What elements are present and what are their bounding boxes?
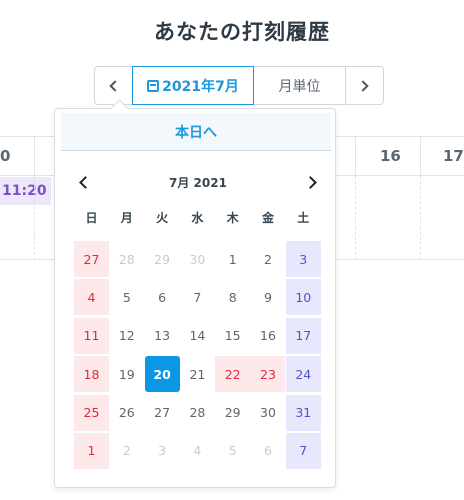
calendar-day[interactable]: 5 [109, 279, 144, 315]
chevron-right-icon [357, 79, 369, 92]
calendar-day[interactable]: 7 [180, 279, 215, 315]
calendar-day[interactable]: 18 [74, 356, 109, 393]
calendar-week: 11 12 13 14 15 16 17 [74, 317, 322, 356]
calendar-day[interactable]: 26 [109, 395, 144, 431]
chevron-right-icon [304, 175, 317, 189]
calendar-day[interactable]: 12 [109, 318, 144, 354]
calendar-day-holiday[interactable]: 22 [215, 356, 251, 393]
hour-label: 17 [443, 147, 464, 165]
calendar-day[interactable]: 9 [250, 279, 285, 315]
calendar-day[interactable]: 1 [74, 432, 109, 469]
month-toolbar: 2021年7月 月単位 [94, 66, 384, 105]
divider [34, 137, 35, 177]
calendar-day[interactable]: 28 [109, 241, 144, 277]
calendar-week: 1 2 3 4 5 6 7 [74, 432, 322, 471]
calendar-day[interactable]: 24 [285, 356, 321, 393]
divider [420, 137, 421, 177]
weekday-label: 木 [226, 211, 239, 225]
calendar-day[interactable]: 29 [145, 241, 180, 277]
calendar-day[interactable]: 8 [215, 279, 250, 315]
calendar-day[interactable]: 17 [285, 317, 321, 354]
unit-select[interactable]: 月単位 [253, 66, 346, 105]
hour-label: 0 [0, 147, 11, 165]
calendar-day-holiday[interactable]: 23 [250, 356, 286, 393]
datepicker-caption: 7月 2021 [169, 175, 227, 190]
datepicker-nav: 7月 2021 [75, 171, 321, 193]
divider [420, 176, 421, 260]
calendar-day[interactable]: 1 [215, 241, 250, 277]
next-month-button[interactable] [345, 66, 384, 105]
month-picker-button[interactable]: 2021年7月 [132, 66, 254, 105]
calendar-day[interactable]: 10 [285, 279, 321, 316]
divider [355, 137, 356, 177]
punch-entry[interactable]: 11:20 [0, 177, 51, 205]
weekday-label: 金 [261, 211, 274, 225]
calendar-week: 25 26 27 28 29 30 31 [74, 394, 322, 433]
calendar-week: 18 19 20 21 22 23 24 [74, 356, 322, 394]
weekday-label: 水 [191, 211, 204, 225]
calendar-day[interactable]: 5 [215, 433, 250, 469]
prev-month-button[interactable] [94, 66, 133, 105]
month-label: 2021年7月 [162, 78, 239, 95]
calendar-day[interactable]: 7 [285, 432, 321, 469]
calendar-day[interactable]: 14 [180, 318, 215, 354]
calendar-day[interactable]: 2 [109, 433, 144, 469]
calendar-day[interactable]: 6 [145, 279, 180, 315]
calendar-week: 4 5 6 7 8 9 10 [74, 279, 322, 317]
hour-label: 16 [380, 147, 401, 165]
calendar-icon [147, 79, 160, 92]
weekday-label: 日 [85, 211, 98, 225]
divider [34, 176, 35, 260]
calendar-day[interactable]: 4 [180, 433, 215, 469]
calendar-day[interactable]: 15 [215, 318, 250, 354]
datepicker-next-button[interactable] [303, 173, 321, 191]
calendar-day[interactable]: 27 [145, 395, 180, 431]
datepicker-grid: 27 28 29 30 1 2 3 4 5 6 7 8 9 10 11 12 1… [74, 241, 322, 471]
datepicker-prev-button[interactable] [75, 173, 93, 191]
calendar-day[interactable]: 19 [109, 356, 144, 392]
weekday-label: 土 [297, 211, 310, 225]
calendar-day[interactable]: 29 [215, 395, 250, 431]
weekday-label: 月 [120, 211, 133, 225]
calendar-day[interactable]: 21 [180, 356, 215, 392]
calendar-day[interactable]: 13 [145, 318, 180, 354]
chevron-left-icon [109, 79, 121, 92]
calendar-day[interactable]: 25 [74, 394, 109, 431]
calendar-day[interactable]: 3 [285, 241, 321, 277]
calendar-day[interactable]: 16 [250, 318, 285, 354]
calendar-day[interactable]: 27 [74, 241, 109, 277]
calendar-week: 27 28 29 30 1 2 3 [74, 241, 322, 279]
calendar-day[interactable]: 31 [285, 394, 321, 431]
calendar-day-selected[interactable]: 20 [144, 356, 180, 393]
today-button[interactable]: 本日へ [61, 113, 331, 151]
datepicker-popup: 本日へ 7月 2021 日 月 火 水 木 金 土 27 28 29 30 1 … [54, 108, 336, 488]
calendar-day[interactable]: 6 [250, 433, 285, 469]
calendar-day[interactable]: 2 [250, 241, 285, 277]
calendar-day[interactable]: 30 [250, 395, 285, 431]
calendar-day[interactable]: 30 [180, 241, 215, 277]
weekday-label: 火 [156, 211, 169, 225]
weekday-header: 日 月 火 水 木 金 土 [74, 209, 321, 226]
calendar-day[interactable]: 4 [74, 279, 109, 316]
calendar-day[interactable]: 11 [74, 317, 109, 354]
page-title: あなたの打刻履歴 [154, 20, 330, 44]
chevron-left-icon [79, 175, 92, 189]
calendar-day[interactable]: 3 [145, 433, 180, 469]
calendar-day[interactable]: 28 [180, 395, 215, 431]
divider [355, 176, 356, 260]
